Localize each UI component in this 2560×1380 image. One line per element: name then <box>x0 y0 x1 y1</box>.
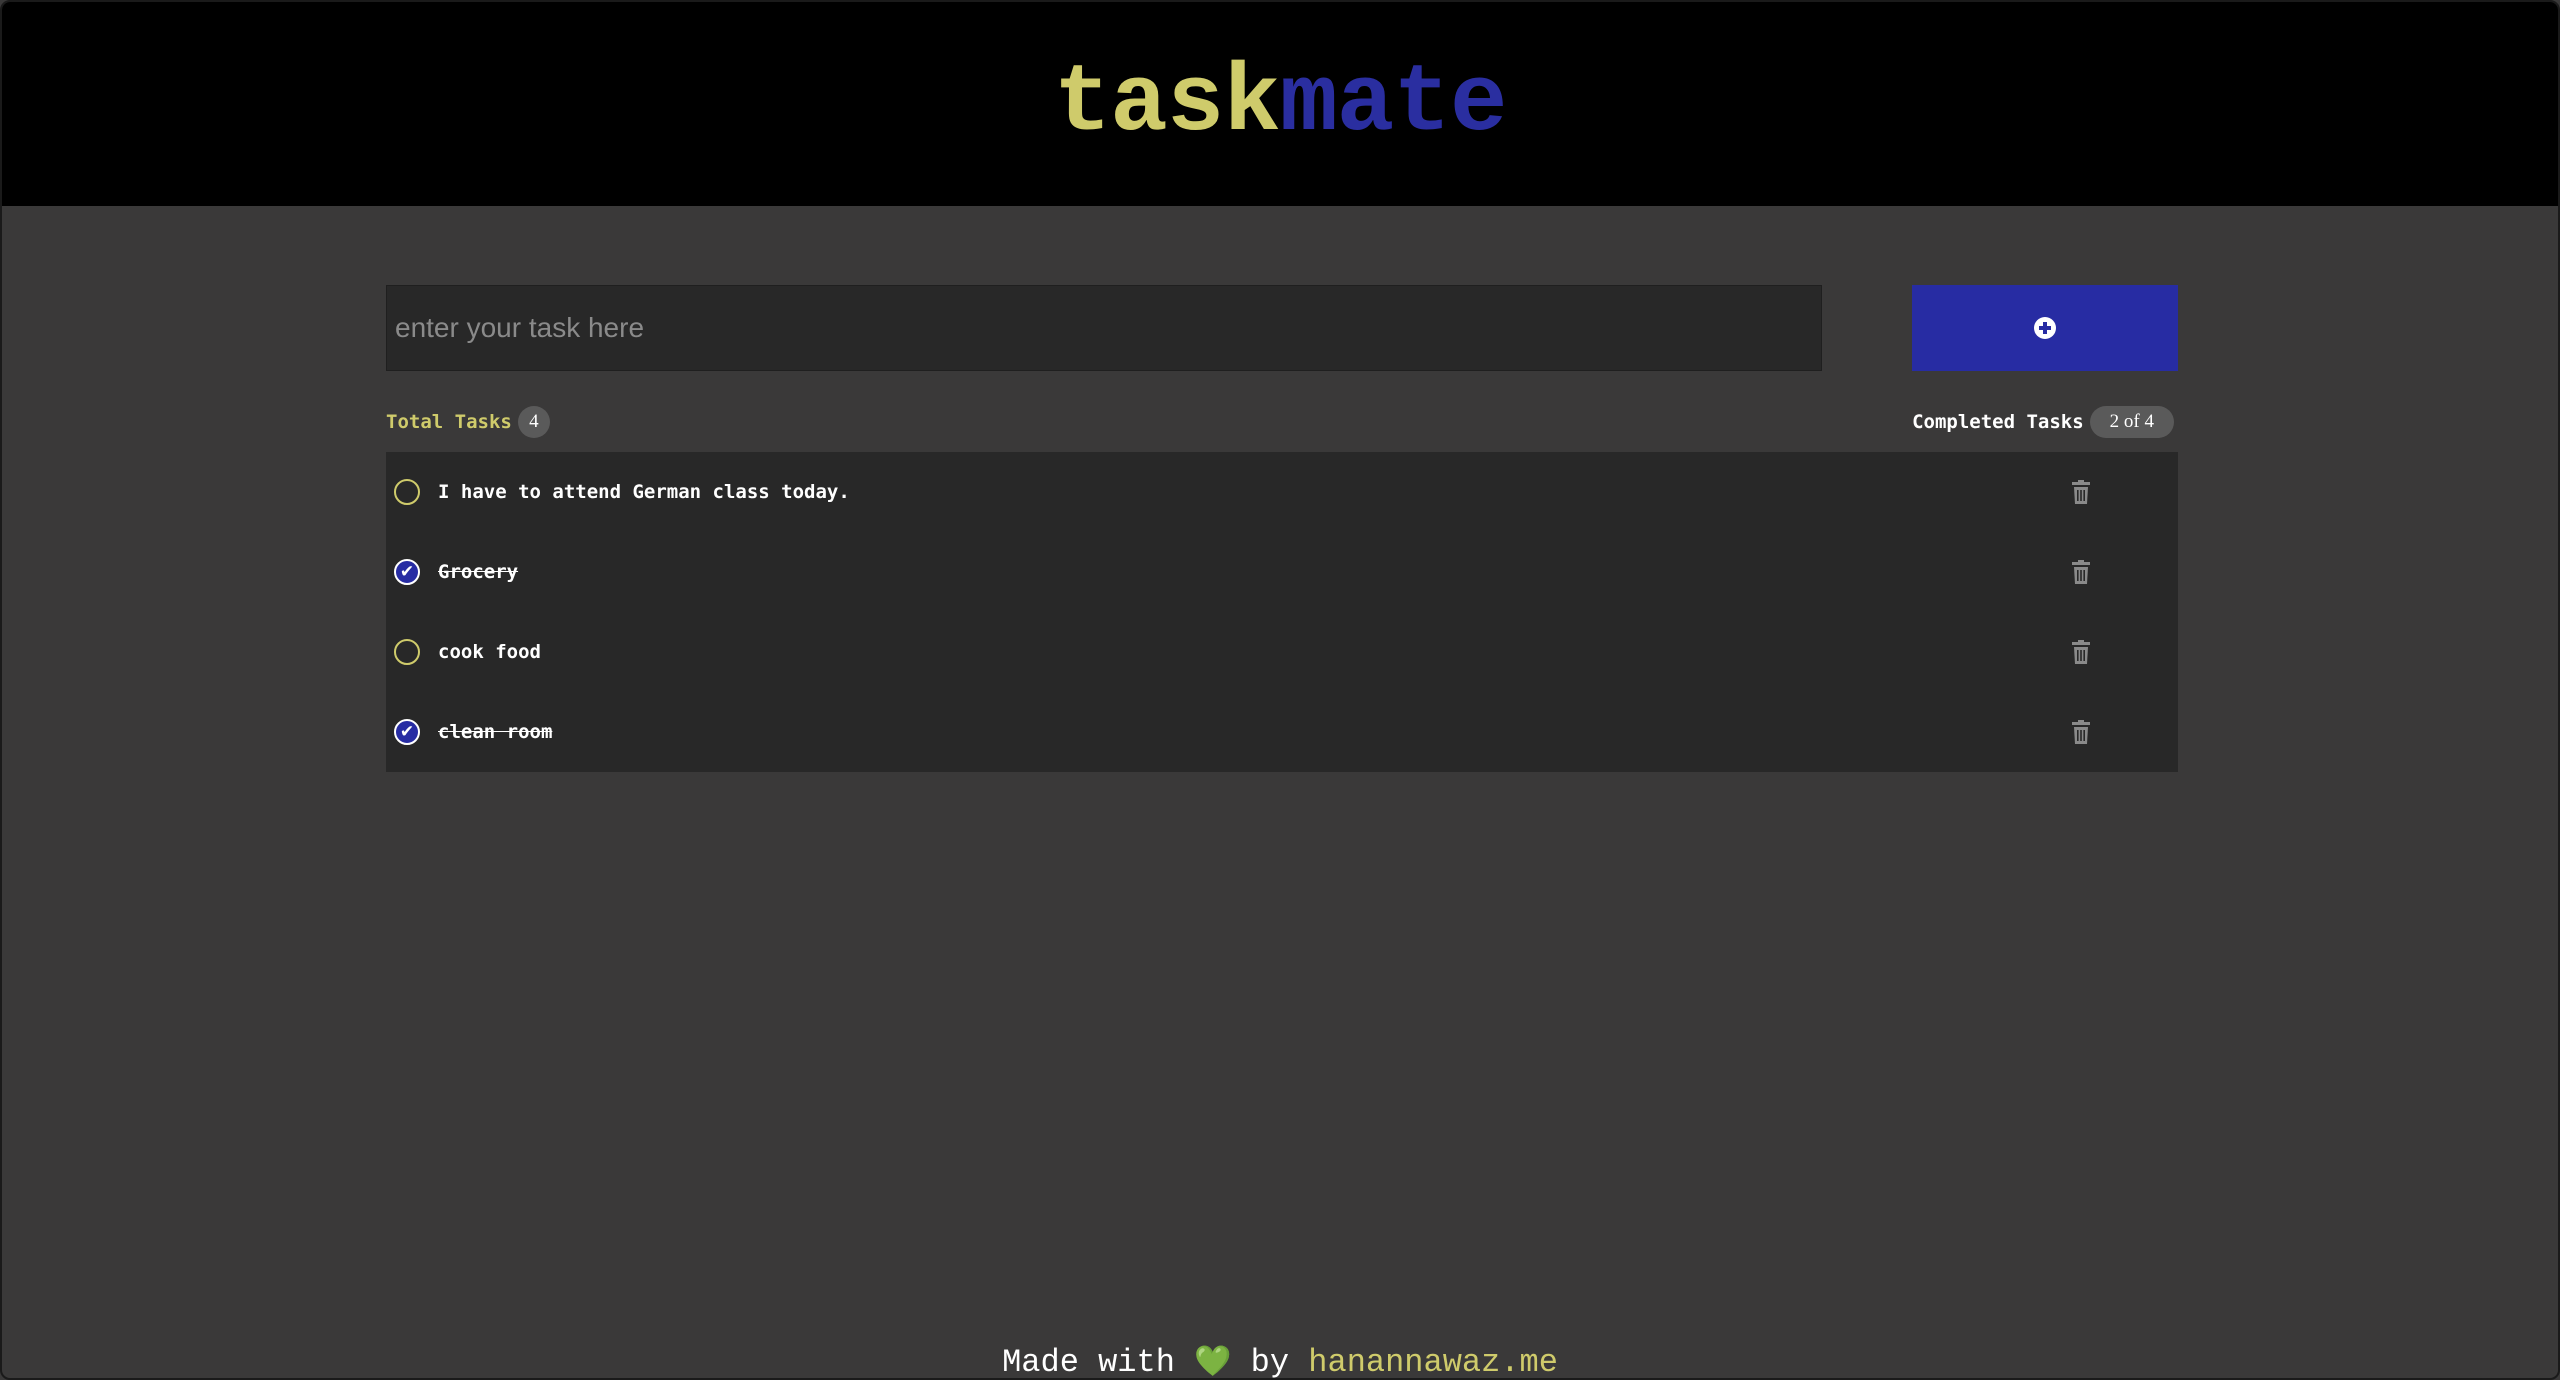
footer-by: by <box>1250 1344 1290 1380</box>
app-window: taskmate Total Tasks 4 Completed Tasks 2… <box>0 0 2560 1380</box>
author-link[interactable]: hanannawaz.me <box>1308 1344 1558 1378</box>
task-text: cook food <box>438 641 541 663</box>
task-text: clean room <box>438 721 553 743</box>
heart-icon: 💚 <box>1194 1344 1232 1379</box>
total-tasks-stat: Total Tasks 4 <box>386 406 550 438</box>
trash-icon[interactable] <box>2072 480 2090 504</box>
task-checkbox-checked[interactable]: ✔ <box>394 559 420 585</box>
plus-circle-icon <box>2034 317 2056 339</box>
completed-tasks-label: Completed Tasks <box>1912 411 2084 433</box>
brand-part-mate: mate <box>1280 49 1507 158</box>
footer: Made with 💚 by hanannawaz.me <box>2 1342 2558 1380</box>
task-item: I have to attend German class today. <box>386 452 2178 532</box>
task-checkbox-checked[interactable]: ✔ <box>394 719 420 745</box>
task-list: I have to attend German class today. ✔ G… <box>386 452 2178 772</box>
task-input[interactable] <box>386 285 1822 371</box>
trash-icon[interactable] <box>2072 720 2090 744</box>
task-checkbox[interactable] <box>394 639 420 665</box>
task-checkbox[interactable] <box>394 479 420 505</box>
task-item: ✔ clean room <box>386 692 2178 772</box>
task-text: Grocery <box>438 561 519 583</box>
total-tasks-badge: 4 <box>517 406 550 438</box>
footer-prefix: Made with <box>1002 1344 1175 1380</box>
completed-tasks-badge: 2 of 4 <box>2089 406 2174 438</box>
trash-icon[interactable] <box>2072 640 2090 664</box>
total-tasks-label: Total Tasks <box>386 411 512 433</box>
brand-part-task: task <box>1053 49 1281 158</box>
completed-tasks-stat: Completed Tasks 2 of 4 <box>1912 406 2174 438</box>
trash-icon[interactable] <box>2072 560 2090 584</box>
brand-logo: taskmate <box>2 44 2558 164</box>
task-item: ✔ Grocery <box>386 532 2178 612</box>
task-item: cook food <box>386 612 2178 692</box>
task-text: I have to attend German class today. <box>438 481 850 503</box>
add-task-button[interactable] <box>1912 285 2178 371</box>
header: taskmate <box>2 2 2558 206</box>
